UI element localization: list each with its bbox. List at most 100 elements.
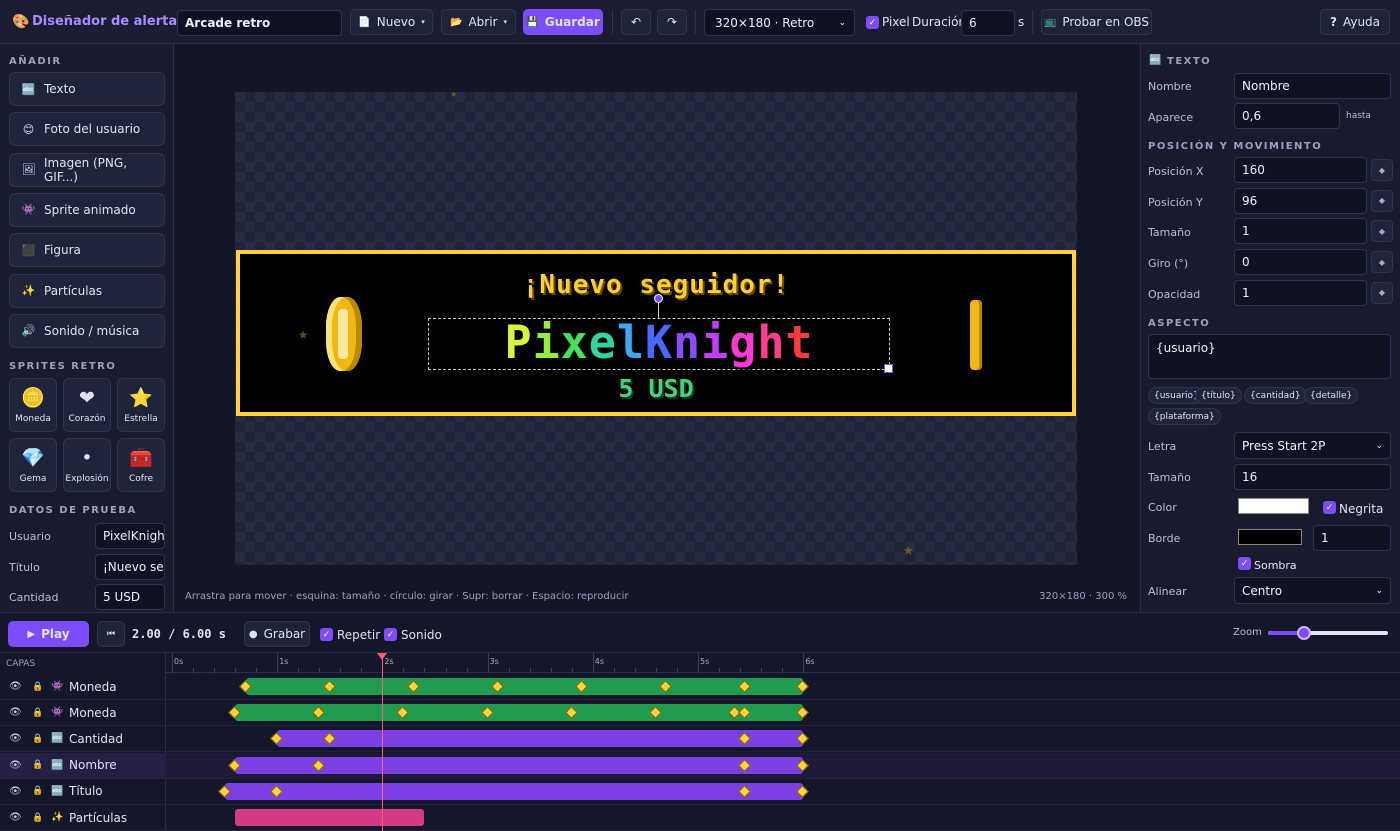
redo-button[interactable]: ↷ <box>657 9 687 35</box>
resize-handle[interactable] <box>884 364 893 373</box>
align-select[interactable]: Centro ⌄ <box>1234 577 1391 604</box>
lock-icon[interactable]: 🔒 <box>32 786 43 796</box>
lock-icon[interactable]: 🔒 <box>32 813 43 823</box>
new-button[interactable]: 📄 Nuevo ▾ <box>350 9 433 35</box>
test-field-input[interactable]: ¡Nuevo seguidor! <box>95 553 165 580</box>
sprite-heart-button[interactable]: ❤ Corazón <box>63 378 111 432</box>
position-field-input[interactable]: 0 <box>1234 249 1367 276</box>
layer-clip[interactable] <box>224 782 804 800</box>
username-text[interactable]: PixelKnight <box>428 294 893 373</box>
position-field-input[interactable]: 1 <box>1234 279 1367 306</box>
add-smiley-button[interactable]: 😊 Foto del usuario <box>9 112 165 147</box>
text-color-swatch[interactable] <box>1238 498 1309 514</box>
layer-row[interactable]: 👁 🔒 🔤 Cantidad <box>0 726 166 753</box>
lock-icon[interactable]: 🔒 <box>32 760 43 770</box>
keyframe-button[interactable]: ◆ <box>1371 251 1393 274</box>
eye-icon[interactable]: 👁 <box>9 707 22 718</box>
eye-icon[interactable]: 👁 <box>9 733 22 744</box>
zoom-slider[interactable] <box>1268 626 1388 640</box>
pixel-checkbox[interactable]: ✓ <box>866 16 879 29</box>
playhead[interactable] <box>377 653 388 831</box>
alert-canvas[interactable]: ★ ★ ★ ★ ¡Nuevo seguidor! PixelKnight 5 U… <box>235 92 1077 565</box>
undo-button[interactable]: ↶ <box>621 9 651 35</box>
record-button[interactable]: ● Grabar <box>244 621 310 647</box>
sound-checkbox[interactable]: ✓ <box>384 628 397 641</box>
track-row[interactable] <box>166 752 1400 779</box>
layer-row[interactable]: 👁 🔒 👾 Moneda <box>0 700 166 727</box>
add-image-button[interactable]: 🖼 Imagen (PNG, GIF...) <box>9 152 165 187</box>
play-button[interactable]: ▶ Play <box>8 621 89 647</box>
test-field-input[interactable]: PixelKnight <box>95 523 165 549</box>
position-field-input[interactable]: 96 <box>1234 187 1367 214</box>
zoom-slider-thumb[interactable] <box>1297 626 1311 640</box>
layer-name-input[interactable]: Nombre <box>1234 73 1391 99</box>
layer-row[interactable]: 👁 🔒 🔤 Título <box>0 779 166 805</box>
time-ruler[interactable]: 0s 1s 2s 3s 4s 5s 6s <box>166 653 1400 673</box>
coin-sprite[interactable] <box>966 300 984 370</box>
add-invader-button[interactable]: 👾 Sprite animado <box>9 192 165 227</box>
layer-row[interactable]: 👁 🔒 ✨ Partículas <box>0 805 166 831</box>
amount-text[interactable]: 5 USD <box>240 374 1072 403</box>
help-button[interactable]: ? Ayuda <box>1320 9 1390 35</box>
track-row[interactable] <box>166 805 1400 831</box>
timeline-tracks[interactable]: 0s 1s 2s 3s 4s 5s 6s <box>166 653 1400 831</box>
add-sparkles-button[interactable]: ✨ Partículas <box>9 273 165 308</box>
coin-sprite[interactable] <box>318 297 370 371</box>
layer-row[interactable]: 👁 🔒 👾 Moneda <box>0 674 166 700</box>
keyframe-button[interactable]: ◆ <box>1371 159 1393 181</box>
sprite-gem-button[interactable]: 💎 Gema <box>9 438 57 492</box>
appear-input[interactable]: 0,6 <box>1234 103 1340 129</box>
border-width-input[interactable]: 1 <box>1313 525 1391 551</box>
duration-input[interactable]: 6 <box>961 10 1015 36</box>
layer-clip[interactable] <box>235 809 425 826</box>
obs-test-button[interactable]: 📺 Probar en OBS <box>1041 9 1152 35</box>
placeholder-tag[interactable]: {título} <box>1195 387 1242 404</box>
lock-icon[interactable]: 🔒 <box>32 734 43 744</box>
eye-icon[interactable]: 👁 <box>9 812 22 823</box>
add-speaker-button[interactable]: 🔊 Sonido / música <box>9 313 165 348</box>
rewind-button[interactable]: ⏮ <box>97 621 125 647</box>
open-button[interactable]: 📂 Abrir ▾ <box>441 9 516 35</box>
keyframe-button[interactable]: ◆ <box>1371 220 1393 243</box>
font-select[interactable]: Press Start 2P ⌄ <box>1234 432 1391 459</box>
text-content-textarea[interactable]: {usuario} <box>1148 334 1391 379</box>
placeholder-tag[interactable]: {plataforma} <box>1148 408 1221 425</box>
sprite-coin-button[interactable]: 🪙 Moneda <box>9 378 57 432</box>
border-color-swatch[interactable] <box>1238 529 1302 545</box>
loop-checkbox[interactable]: ✓ <box>320 628 333 641</box>
eye-icon[interactable]: 👁 <box>9 786 22 797</box>
track-row[interactable] <box>166 674 1400 700</box>
sprite-star-button[interactable]: ⭐ Estrella <box>117 378 165 432</box>
placeholder-tag[interactable]: {detalle} <box>1304 387 1359 404</box>
ruler-major-tick <box>172 653 173 673</box>
add-text-button[interactable]: 🔤 Texto <box>9 72 165 106</box>
lock-icon[interactable]: 🔒 <box>32 682 43 692</box>
resolution-select[interactable]: 320×180 · Retro ⌄ <box>704 9 855 36</box>
bold-checkbox[interactable]: ✓ <box>1323 501 1336 514</box>
track-row[interactable] <box>166 726 1400 753</box>
project-name-input[interactable]: Arcade retro <box>177 10 342 36</box>
add-square-button[interactable]: ⬛ Figura <box>9 233 165 268</box>
shadow-checkbox[interactable]: ✓ <box>1238 557 1251 570</box>
save-button[interactable]: 💾 Guardar <box>523 9 603 35</box>
sprite-chest-button[interactable]: 🧰 Cofre <box>117 438 165 492</box>
layer-row[interactable]: 👁 🔒 🔤 Nombre <box>0 752 166 779</box>
track-row[interactable] <box>166 700 1400 727</box>
text-icon: 🔤 <box>1149 55 1162 66</box>
track-row[interactable] <box>166 779 1400 805</box>
placeholder-tag[interactable]: {cantidad} <box>1244 387 1307 404</box>
position-field-input[interactable]: 160 <box>1234 157 1367 183</box>
duration-label: Duración <box>912 15 967 29</box>
sprite-explosion-button[interactable]: • Explosión <box>63 438 111 492</box>
lock-icon[interactable]: 🔒 <box>32 708 43 718</box>
layer-clip[interactable] <box>277 730 804 748</box>
keyframe-button[interactable]: ◆ <box>1371 189 1393 212</box>
font-size-input[interactable]: 16 <box>1234 464 1391 490</box>
rotate-handle[interactable] <box>654 294 663 303</box>
keyframe-button[interactable]: ◆ <box>1371 281 1393 304</box>
ruler-minor-tick <box>319 668 321 673</box>
eye-icon[interactable]: 👁 <box>9 681 22 692</box>
test-field-input[interactable]: 5 USD <box>95 584 165 610</box>
eye-icon[interactable]: 👁 <box>9 760 22 771</box>
position-field-input[interactable]: 1 <box>1234 218 1367 245</box>
